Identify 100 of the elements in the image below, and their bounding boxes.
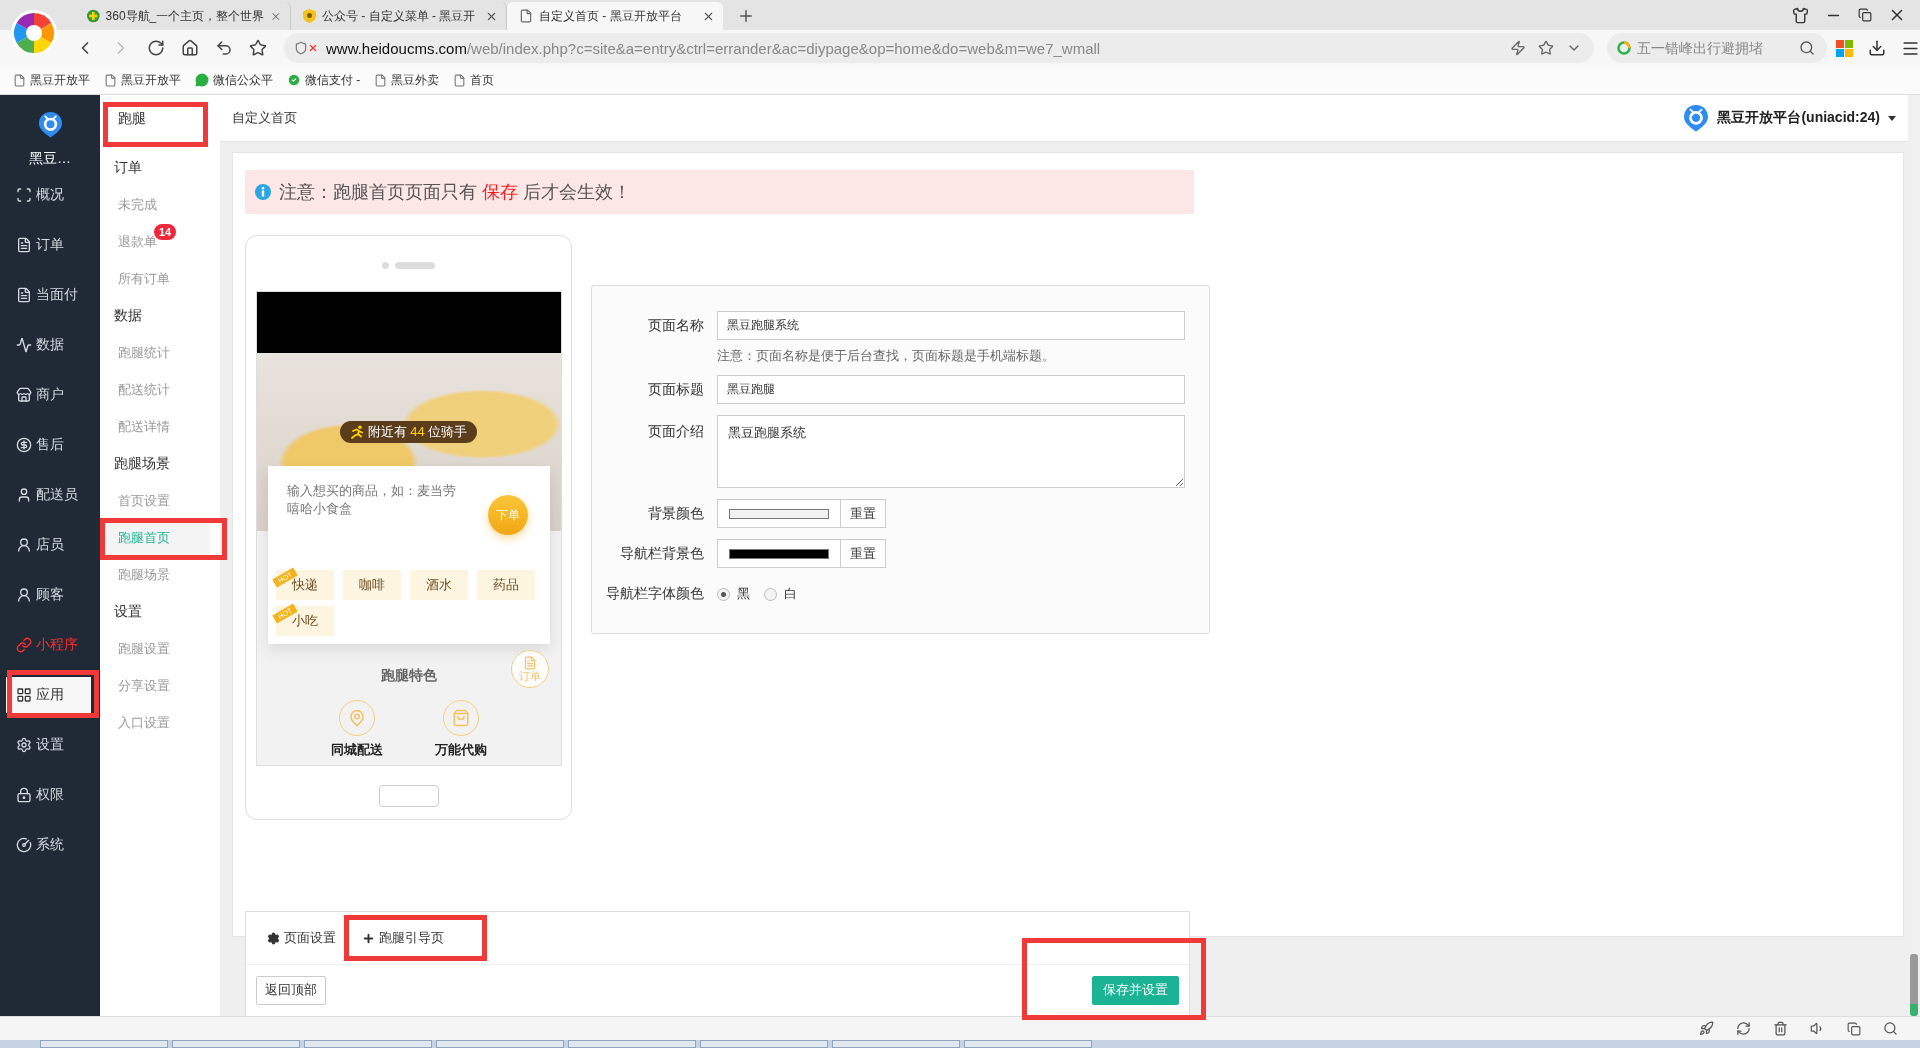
field-label: 页面标题	[647, 380, 704, 399]
gauge-icon	[16, 836, 32, 853]
settings-icon	[267, 931, 280, 945]
page-icon	[519, 9, 533, 23]
home-icon[interactable]	[181, 39, 199, 57]
page-icon	[13, 73, 26, 87]
check-circle-icon	[287, 73, 301, 87]
nav-item[interactable]: 数据	[6, 326, 91, 363]
field-label: 导航栏背景色	[619, 544, 704, 563]
group-title: 跑腿场景	[113, 453, 171, 473]
nav-item[interactable]: 售后	[6, 426, 91, 463]
category-tag[interactable]: 酒水	[409, 570, 468, 600]
shirt-icon[interactable]	[1792, 6, 1809, 24]
subnav-title: 跑腿	[117, 108, 147, 128]
user-icon	[16, 486, 32, 503]
feature-label: 万能代购	[434, 741, 487, 759]
account-name[interactable]: 黑豆开放平台(uniacid:24)	[1717, 109, 1880, 127]
nav-item[interactable]: 配送员	[6, 476, 91, 513]
radio-option[interactable]: 白	[764, 585, 797, 603]
nav-item[interactable]: 订单	[6, 226, 91, 263]
browser-tab[interactable]: 自定义首页 - 黑豆开放平台	[507, 2, 723, 30]
store-icon	[16, 386, 32, 403]
nav-item[interactable]: 当面付	[6, 276, 91, 313]
caret-icon[interactable]	[1888, 115, 1896, 121]
refresh-icon[interactable]	[1736, 1021, 1751, 1036]
page-icon	[453, 73, 467, 87]
back-to-top-button[interactable]: 返回顶部	[256, 976, 326, 1005]
text-input[interactable]: 黑豆跑腿	[717, 375, 1185, 404]
nav-item[interactable]: 应用	[6, 676, 91, 713]
text-input[interactable]: 黑豆跑腿系统	[717, 311, 1185, 340]
group-title: 订单	[113, 157, 143, 177]
new-tab-icon[interactable]	[737, 7, 755, 25]
page-title: 自定义首页	[232, 109, 297, 127]
color-field[interactable]	[717, 539, 841, 568]
textarea-field[interactable]: 黑豆跑腿系统	[717, 415, 1185, 488]
ring-icon	[1617, 41, 1631, 55]
document-icon	[16, 236, 32, 253]
count-badge: 14	[154, 224, 177, 240]
grid-icon	[16, 686, 32, 703]
speaker-slot-icon	[395, 261, 435, 269]
order-input-field[interactable]: 输入想买的商品，如：麦当劳嘻哈小食盒	[286, 482, 465, 522]
coin-icon	[16, 436, 32, 453]
feature-label: 同城配送	[330, 741, 383, 759]
address-bar[interactable]: www.heidoucms.com/web/index.php?c=site&a=entry&ctrl=errander&ac=diypage&op=home&do=web&m=we7_wmall	[284, 33, 1594, 63]
document-icon	[522, 656, 537, 670]
scan-icon	[16, 186, 32, 203]
logo-icon	[1683, 103, 1710, 133]
bookmark[interactable]: 首页	[453, 71, 495, 89]
nav-item[interactable]: 顾客	[6, 576, 91, 613]
rocket-icon[interactable]	[1699, 1021, 1714, 1036]
nav-item[interactable]: 设置	[6, 726, 91, 763]
search-bar[interactable]: 五一错峰出行避拥堵	[1607, 33, 1827, 63]
reload-icon[interactable]	[147, 39, 165, 57]
logo-icon	[37, 111, 63, 139]
nav-item[interactable]: 店员	[6, 526, 91, 563]
lightning-icon[interactable]	[1510, 40, 1526, 56]
field-label: 页面名称	[647, 316, 704, 335]
bookmark[interactable]: 黑豆开放平	[104, 71, 181, 89]
apps-grid-icon[interactable]	[1836, 39, 1853, 57]
radio-option[interactable]: 黑	[717, 585, 750, 603]
field-label: 页面介绍	[647, 422, 704, 441]
search-icon[interactable]	[1883, 1021, 1898, 1036]
nav-item[interactable]: 小程序	[6, 626, 91, 663]
undo-icon[interactable]	[215, 39, 233, 57]
plus-icon	[362, 931, 375, 945]
document-icon	[16, 286, 32, 303]
nav-item[interactable]: 系统	[6, 826, 91, 863]
toolbar-tab[interactable]: 页面设置	[261, 923, 342, 953]
search-icon[interactable]	[1799, 40, 1815, 56]
url-text: www.heidoucms.com/web/index.php?c=site&a=entry&ctrl=errander&ac=diypage&op=home&do=web&m=we7_wmall	[326, 39, 1101, 57]
star-icon[interactable]	[249, 39, 267, 57]
category-tag[interactable]: 咖啡	[342, 570, 401, 600]
radio-icon[interactable]	[717, 587, 730, 601]
reset-button[interactable]: 重置	[841, 539, 886, 568]
star-icon[interactable]	[1538, 40, 1554, 56]
bookmark[interactable]: 黑豆外卖	[374, 71, 440, 89]
nav-item[interactable]: 权限	[6, 776, 91, 813]
category-tag[interactable]: 药品	[476, 570, 535, 600]
radio-icon[interactable]	[764, 587, 777, 601]
group-title: 设置	[113, 601, 143, 621]
reset-button[interactable]: 重置	[841, 499, 886, 528]
nav-item[interactable]: 商户	[6, 376, 91, 413]
bookmark[interactable]: 微信公众平	[195, 71, 273, 89]
color-field[interactable]	[717, 499, 841, 528]
bookmark[interactable]: 黑豆开放平	[13, 71, 90, 89]
info-icon	[255, 184, 271, 200]
squares-icon[interactable]	[1847, 1021, 1861, 1036]
runner-icon	[349, 425, 364, 439]
shield-icon	[303, 9, 316, 23]
toolbar-tab[interactable]: 跑腿引导页	[356, 923, 450, 953]
search-field[interactable]: 五一错峰出行避拥堵	[1635, 37, 1795, 59]
section-title: 跑腿特色	[380, 666, 437, 685]
field-hint: 注意：页面名称是便于后台查找，页面标题是手机端标题。	[717, 348, 1056, 364]
trash-icon[interactable]	[1773, 1021, 1788, 1036]
restore-icon[interactable]	[1858, 8, 1872, 22]
notice-text: 注意：跑腿首页页面只有 保存 后才会生效！	[279, 181, 632, 204]
download-icon[interactable]	[1868, 39, 1886, 57]
nav-item[interactable]: 概况	[6, 176, 91, 213]
group-title: 数据	[113, 305, 143, 325]
bookmark[interactable]: 微信支付 -	[287, 71, 361, 89]
